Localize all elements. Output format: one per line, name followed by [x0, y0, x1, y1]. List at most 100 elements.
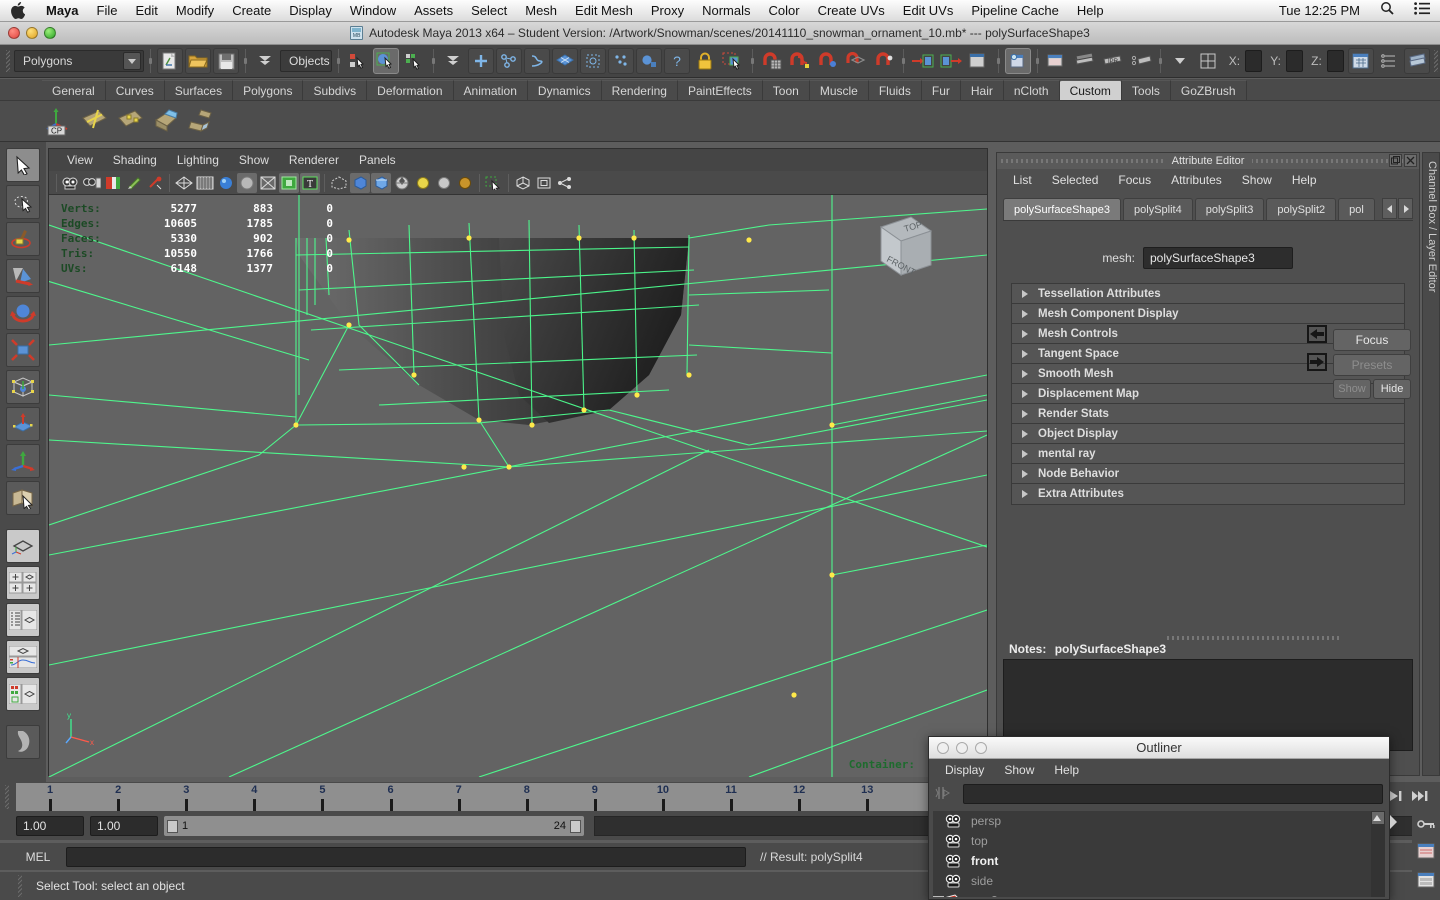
isolate-select-icon[interactable]	[484, 172, 504, 193]
search-icon[interactable]	[1370, 0, 1404, 22]
mel-command-input[interactable]	[66, 846, 746, 867]
auto-keyframe-icon[interactable]	[1417, 818, 1435, 833]
shelf-tab-deformation[interactable]: Deformation	[367, 80, 454, 100]
viewport-3d-canvas[interactable]: Verts: 5277 883 0 Edges: 10605 1785 0 Faces: 5330…	[49, 195, 987, 777]
viewport-menu-renderer[interactable]: Renderer	[279, 153, 349, 167]
wireframe-on-shaded-icon[interactable]	[258, 172, 278, 193]
osx-menu-pipeline-cache[interactable]: Pipeline Cache	[962, 0, 1067, 22]
grease-pencil-icon[interactable]	[145, 172, 165, 193]
chevron-right-icon[interactable]	[1012, 409, 1038, 418]
use-default-lighting-icon[interactable]	[413, 172, 433, 193]
save-scene-button[interactable]	[213, 48, 239, 74]
paint-select-tool-button[interactable]	[6, 222, 40, 256]
attribute-editor-menu-show[interactable]: Show	[1232, 173, 1282, 187]
osx-menu-modify[interactable]: Modify	[167, 0, 223, 22]
animation-preferences-icon[interactable]	[1417, 843, 1435, 862]
component-mask-menu-icon[interactable]	[440, 48, 466, 74]
shelf-tab-dynamics[interactable]: Dynamics	[527, 80, 602, 100]
shelf-item-4[interactable]	[150, 105, 182, 137]
view-cube[interactable]: TOP FRONT	[859, 205, 939, 288]
text-display-icon[interactable]: T	[300, 172, 320, 193]
chevron-right-icon[interactable]	[1012, 289, 1038, 298]
attribute-editor-menu-help[interactable]: Help	[1282, 173, 1327, 187]
chevron-right-icon[interactable]	[1012, 369, 1038, 378]
shelf-tab-ncloth[interactable]: nCloth	[1003, 80, 1060, 100]
snap-to-projected-center-icon[interactable]	[843, 48, 869, 74]
mel-label[interactable]: MEL	[16, 850, 60, 864]
attribute-section-mental-ray[interactable]: mental ray	[1012, 444, 1404, 464]
input-connection-button[interactable]	[1307, 325, 1327, 343]
four-view-layout-button[interactable]	[6, 566, 40, 600]
mesh-name-input[interactable]: polySurfaceShape3	[1143, 247, 1293, 269]
smooth-shade-selected-icon[interactable]	[216, 172, 236, 193]
mask-misc-icon[interactable]: ?	[663, 48, 690, 74]
xray-display-icon[interactable]	[329, 172, 349, 193]
list-icon[interactable]	[1404, 0, 1440, 22]
shelf-tab-custom[interactable]: Custom	[1059, 80, 1122, 100]
outliner-menu-display[interactable]: Display	[935, 763, 994, 777]
output-connection-button[interactable]	[1307, 353, 1327, 371]
osx-menu-help[interactable]: Help	[1068, 0, 1113, 22]
shelf-item-3[interactable]	[114, 105, 146, 137]
soft-modification-tool-button[interactable]	[6, 407, 40, 441]
channel-box-layer-editor-strip[interactable]: Channel Box / Layer Editor	[1422, 152, 1440, 776]
outliner-item-grpsnowman[interactable]: − grpSnowman	[933, 891, 1385, 897]
move-tool-button[interactable]	[6, 259, 40, 293]
select-camera-icon[interactable]	[61, 172, 81, 193]
shelf-tab-animation[interactable]: Animation	[453, 80, 528, 100]
mask-dynamics-icon[interactable]	[607, 48, 634, 74]
ipr-render-icon[interactable]: IPR	[1100, 48, 1126, 74]
attribute-section-node-behavior[interactable]: Node Behavior	[1012, 464, 1404, 484]
close-icon[interactable]	[1404, 154, 1417, 167]
outliner-item-front[interactable]: front	[933, 851, 1385, 871]
x-input[interactable]	[1245, 50, 1263, 72]
osx-menu-normals[interactable]: Normals	[693, 0, 759, 22]
show-hide-channel-box-icon[interactable]	[1348, 48, 1375, 74]
y-input[interactable]	[1285, 50, 1304, 72]
shelf-tab-curves[interactable]: Curves	[105, 80, 165, 100]
tab-next-button[interactable]	[1398, 198, 1413, 219]
attribute-editor-menu-selected[interactable]: Selected	[1042, 173, 1109, 187]
paint-effects-layout-button[interactable]	[6, 725, 40, 759]
select-by-component-type-icon[interactable]	[401, 48, 427, 74]
lasso-select-tool-button[interactable]	[6, 185, 40, 219]
chevron-right-icon[interactable]	[1012, 469, 1038, 478]
viewport-menu-show[interactable]: Show	[229, 153, 279, 167]
osx-menu-window[interactable]: Window	[341, 0, 405, 22]
shelf-tab-muscle[interactable]: Muscle	[809, 80, 869, 100]
open-render-view-icon[interactable]	[966, 48, 992, 74]
attribute-editor-tab-pol[interactable]: pol	[1338, 198, 1375, 220]
osx-menu-proxy[interactable]: Proxy	[642, 0, 693, 22]
mask-surface-icon[interactable]	[551, 48, 578, 74]
shelf-item-2[interactable]	[78, 105, 110, 137]
outliner-item-list[interactable]: persp top front side − grpSnowman	[933, 811, 1385, 897]
chevron-right-icon[interactable]	[1012, 449, 1038, 458]
range-right-handle[interactable]	[570, 819, 581, 833]
display-textures-icon[interactable]	[513, 172, 533, 193]
chevron-right-icon[interactable]	[1012, 349, 1038, 358]
osx-menu-edit-uvs[interactable]: Edit UVs	[894, 0, 963, 22]
attribute-editor-menu-focus[interactable]: Focus	[1108, 173, 1161, 187]
construction-history-off-icon[interactable]	[938, 48, 964, 74]
toolbar-grip-right[interactable]	[1432, 48, 1440, 74]
shelf-tab-painteffects[interactable]: PaintEffects	[677, 80, 763, 100]
attribute-section-render-stats[interactable]: Render Stats	[1012, 404, 1404, 424]
playback-range-slider[interactable]: 1 24	[164, 816, 584, 836]
outliner-filter-icon[interactable]	[935, 784, 957, 804]
outliner-window[interactable]: Outliner Display Show Help persp top front si…	[928, 736, 1397, 900]
selection-mask-field[interactable]: Objects	[280, 50, 332, 72]
mask-deformation-icon[interactable]	[579, 48, 606, 74]
shelf-tab-tools[interactable]: Tools	[1121, 80, 1171, 100]
outliner-menu-help[interactable]: Help	[1044, 763, 1089, 777]
lock-icon[interactable]	[692, 48, 718, 74]
chevron-down-icon[interactable]	[123, 52, 141, 70]
universal-manipulator-button[interactable]	[6, 370, 40, 404]
chevron-down-icon[interactable]	[1167, 48, 1193, 74]
select-by-object-type-icon[interactable]	[372, 48, 399, 74]
mask-rendering-icon[interactable]	[635, 48, 662, 74]
input-field-mode-icon[interactable]	[1195, 48, 1221, 74]
chevron-right-icon[interactable]	[1012, 309, 1038, 318]
osx-menu-color[interactable]: Color	[760, 0, 809, 22]
osx-menu-create[interactable]: Create	[223, 0, 280, 22]
z-input[interactable]	[1326, 50, 1345, 72]
